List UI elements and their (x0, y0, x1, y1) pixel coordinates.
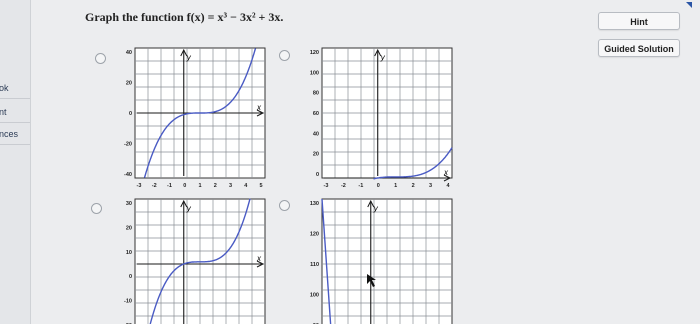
sidebar-item-label: ences (0, 129, 19, 139)
guided-solution-button[interactable]: Guided Solution (598, 39, 680, 57)
question-title: Graph the function f(x) = x³ − 3x² + 3x. (85, 10, 284, 24)
graph-option-b[interactable]: 120100806040200 -3 -2 -1 0 1 2 3 4 y x (305, 45, 455, 195)
y-tick-label: 100 (310, 70, 319, 76)
x-tick-label: 0 (183, 183, 186, 189)
y-tick-label: 120 (310, 232, 319, 238)
y-tick-label: 60 (313, 111, 319, 117)
graph-option-d[interactable]: 13012011010090 y (305, 196, 455, 324)
sidebar-item-label: rint (0, 107, 7, 117)
y-tick-label: 20 (126, 81, 132, 87)
graph-option-c[interactable]: 3020100-10-20 y x (118, 196, 268, 324)
x-tick-label: 1 (198, 183, 201, 189)
y-tick-label: 30 (126, 201, 132, 207)
x-tick-label: -3 (137, 183, 142, 189)
y-tick-label: 40 (313, 131, 319, 137)
y-tick-label: 80 (313, 91, 319, 97)
x-tick-label: -1 (358, 183, 363, 189)
corner-triangle-icon (686, 2, 692, 8)
y-tick-label: 110 (310, 262, 319, 268)
hint-button[interactable]: Hint (598, 12, 680, 30)
x-tick-label: 4 (446, 183, 450, 189)
y-tick-label: 100 (310, 293, 319, 299)
x-tick-label: 1 (394, 183, 397, 189)
y-tick-label: -10 (124, 299, 132, 305)
sidebar-item-print[interactable]: rint (0, 102, 30, 123)
option-a-radio[interactable] (95, 53, 106, 64)
x-tick-label: 3 (429, 183, 432, 189)
y-tick-labels: 120 100 80 60 40 20 0 (310, 50, 319, 178)
y-tick-label: 20 (313, 152, 319, 158)
y-tick-label: 120 (310, 50, 319, 56)
x-tick-label: 5 (259, 183, 262, 189)
y-tick-label: -40 (124, 172, 132, 178)
sidebar: ook rint ences (0, 0, 31, 324)
x-tick-label: -1 (167, 183, 172, 189)
y-tick-labels: 13012011010090 (310, 201, 319, 324)
x-tick-label: 0 (377, 183, 380, 189)
y-tick-label: 130 (310, 201, 319, 207)
y-tick-labels: 40 20 0 -20 -40 (124, 50, 132, 178)
x-tick-labels: -3 -2 -1 0 1 2 3 4 5 (137, 183, 263, 189)
sidebar-item-ebook[interactable]: ook (0, 78, 30, 99)
option-c-radio[interactable] (91, 203, 102, 214)
option-d-radio[interactable] (279, 200, 290, 211)
x-tick-label: -3 (324, 183, 329, 189)
y-tick-label: 0 (129, 274, 132, 280)
y-tick-label: -20 (124, 142, 132, 148)
x-tick-label: 3 (229, 183, 232, 189)
x-tick-label: -2 (341, 183, 346, 189)
x-tick-label: 2 (412, 183, 415, 189)
y-tick-label: 0 (316, 172, 319, 178)
graph-option-a[interactable]: 40200-20-40 -3 -2 -1 0 1 2 3 4 5 y x (118, 45, 268, 195)
x-tick-label: -2 (152, 183, 157, 189)
y-tick-label: 0 (129, 111, 132, 117)
y-tick-label: 40 (126, 50, 132, 56)
y-tick-label: 10 (126, 250, 132, 256)
sidebar-item-references[interactable]: ences (0, 124, 30, 145)
x-tick-labels: -3 -2 -1 0 1 2 3 4 (324, 183, 451, 189)
x-tick-label: 4 (244, 183, 248, 189)
y-tick-labels: 3020100-10-20 (124, 201, 132, 324)
x-tick-label: 2 (214, 183, 217, 189)
option-b-radio[interactable] (279, 50, 290, 61)
sidebar-item-label: ook (0, 83, 9, 93)
y-tick-label: 20 (126, 225, 132, 231)
